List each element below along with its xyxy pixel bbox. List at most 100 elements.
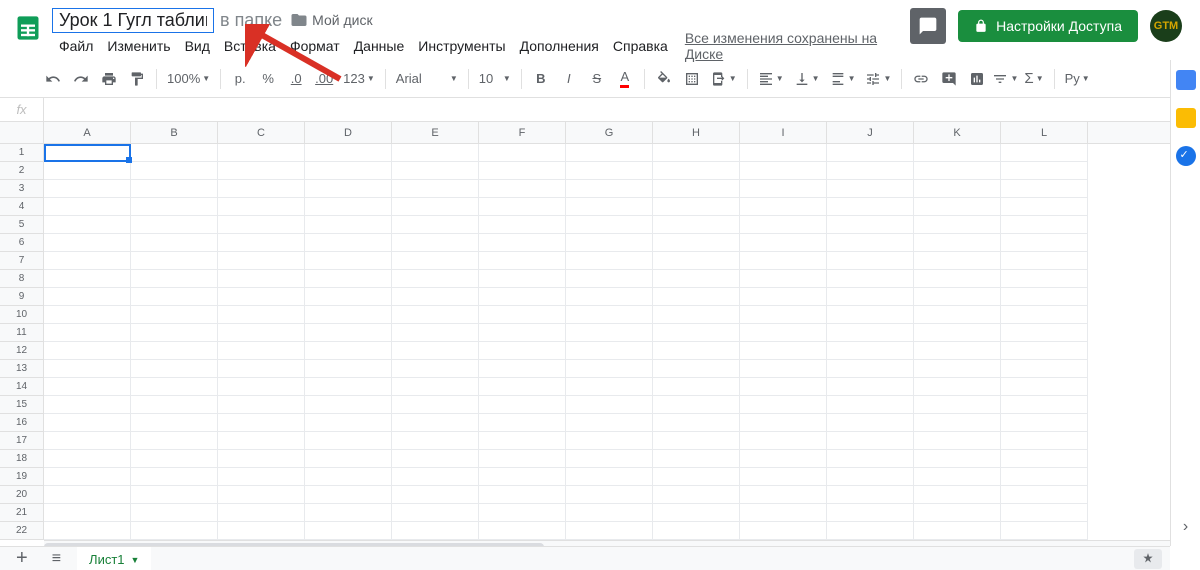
cell-I18[interactable] — [740, 450, 827, 468]
tasks-sidebar-icon[interactable] — [1176, 146, 1196, 166]
cell-H1[interactable] — [653, 144, 740, 162]
column-header-D[interactable]: D — [305, 122, 392, 143]
cell-H18[interactable] — [653, 450, 740, 468]
cell-B2[interactable] — [131, 162, 218, 180]
row-header-7[interactable]: 7 — [0, 252, 44, 270]
cell-K8[interactable] — [914, 270, 1001, 288]
cell-A11[interactable] — [44, 324, 131, 342]
text-color-button[interactable]: A — [612, 66, 638, 92]
cell-A15[interactable] — [44, 396, 131, 414]
cell-G15[interactable] — [566, 396, 653, 414]
cell-A14[interactable] — [44, 378, 131, 396]
input-language-button[interactable]: Ру▼ — [1061, 71, 1094, 86]
cell-J16[interactable] — [827, 414, 914, 432]
cell-G19[interactable] — [566, 468, 653, 486]
cell-E10[interactable] — [392, 306, 479, 324]
cell-I20[interactable] — [740, 486, 827, 504]
cell-K20[interactable] — [914, 486, 1001, 504]
keep-sidebar-icon[interactable] — [1176, 108, 1196, 128]
cell-B17[interactable] — [131, 432, 218, 450]
cell-L7[interactable] — [1001, 252, 1088, 270]
cell-F18[interactable] — [479, 450, 566, 468]
document-title-input[interactable] — [52, 8, 214, 33]
cell-I5[interactable] — [740, 216, 827, 234]
cell-A16[interactable] — [44, 414, 131, 432]
cell-L5[interactable] — [1001, 216, 1088, 234]
cell-C9[interactable] — [218, 288, 305, 306]
cell-A18[interactable] — [44, 450, 131, 468]
cell-B3[interactable] — [131, 180, 218, 198]
row-header-3[interactable]: 3 — [0, 180, 44, 198]
cell-L19[interactable] — [1001, 468, 1088, 486]
column-header-K[interactable]: K — [914, 122, 1001, 143]
cell-E22[interactable] — [392, 522, 479, 540]
cell-J2[interactable] — [827, 162, 914, 180]
column-header-G[interactable]: G — [566, 122, 653, 143]
cell-J13[interactable] — [827, 360, 914, 378]
column-header-B[interactable]: B — [131, 122, 218, 143]
cell-A7[interactable] — [44, 252, 131, 270]
cell-B16[interactable] — [131, 414, 218, 432]
menu-справка[interactable]: Справка — [606, 34, 675, 58]
cell-J14[interactable] — [827, 378, 914, 396]
cell-L12[interactable] — [1001, 342, 1088, 360]
row-header-1[interactable]: 1 — [0, 144, 44, 162]
cell-K2[interactable] — [914, 162, 1001, 180]
cell-B18[interactable] — [131, 450, 218, 468]
cell-I12[interactable] — [740, 342, 827, 360]
row-header-16[interactable]: 16 — [0, 414, 44, 432]
cell-A3[interactable] — [44, 180, 131, 198]
cell-J7[interactable] — [827, 252, 914, 270]
cell-A6[interactable] — [44, 234, 131, 252]
sheets-logo[interactable] — [8, 8, 48, 48]
cell-A1[interactable] — [44, 144, 131, 162]
cell-H6[interactable] — [653, 234, 740, 252]
column-header-F[interactable]: F — [479, 122, 566, 143]
cell-I22[interactable] — [740, 522, 827, 540]
column-header-L[interactable]: L — [1001, 122, 1088, 143]
cell-L4[interactable] — [1001, 198, 1088, 216]
cell-C8[interactable] — [218, 270, 305, 288]
cell-E18[interactable] — [392, 450, 479, 468]
cell-H2[interactable] — [653, 162, 740, 180]
cell-I14[interactable] — [740, 378, 827, 396]
cell-B21[interactable] — [131, 504, 218, 522]
borders-button[interactable] — [679, 66, 705, 92]
cell-B22[interactable] — [131, 522, 218, 540]
cell-F12[interactable] — [479, 342, 566, 360]
cell-E12[interactable] — [392, 342, 479, 360]
comment-button[interactable] — [936, 66, 962, 92]
row-header-9[interactable]: 9 — [0, 288, 44, 306]
cell-C11[interactable] — [218, 324, 305, 342]
cell-G10[interactable] — [566, 306, 653, 324]
cell-B20[interactable] — [131, 486, 218, 504]
cell-J11[interactable] — [827, 324, 914, 342]
column-header-J[interactable]: J — [827, 122, 914, 143]
cell-D17[interactable] — [305, 432, 392, 450]
cell-A19[interactable] — [44, 468, 131, 486]
cell-K16[interactable] — [914, 414, 1001, 432]
cell-F6[interactable] — [479, 234, 566, 252]
cell-I9[interactable] — [740, 288, 827, 306]
cell-H17[interactable] — [653, 432, 740, 450]
cell-C2[interactable] — [218, 162, 305, 180]
menu-инструменты[interactable]: Инструменты — [411, 34, 512, 58]
cell-G21[interactable] — [566, 504, 653, 522]
cell-I21[interactable] — [740, 504, 827, 522]
cell-E15[interactable] — [392, 396, 479, 414]
cell-B11[interactable] — [131, 324, 218, 342]
cell-C19[interactable] — [218, 468, 305, 486]
link-button[interactable] — [908, 66, 934, 92]
cell-K5[interactable] — [914, 216, 1001, 234]
cell-C21[interactable] — [218, 504, 305, 522]
font-dropdown[interactable]: Arial▼ — [392, 71, 462, 86]
cell-K15[interactable] — [914, 396, 1001, 414]
cell-D2[interactable] — [305, 162, 392, 180]
cell-F2[interactable] — [479, 162, 566, 180]
cell-H16[interactable] — [653, 414, 740, 432]
cell-I6[interactable] — [740, 234, 827, 252]
cell-B7[interactable] — [131, 252, 218, 270]
cell-A17[interactable] — [44, 432, 131, 450]
cell-G2[interactable] — [566, 162, 653, 180]
italic-button[interactable]: I — [556, 66, 582, 92]
